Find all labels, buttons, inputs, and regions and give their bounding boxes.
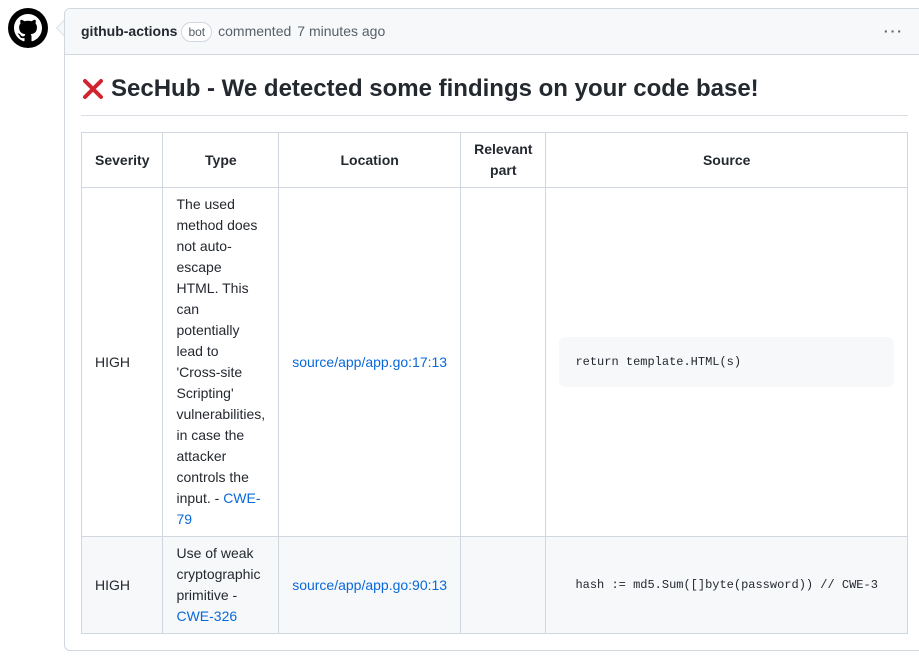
cell-location: source/app/app.go:90:13 xyxy=(279,537,461,634)
type-text: Use of weak cryptographic primitive - xyxy=(176,545,260,603)
comment-action: commented xyxy=(218,21,291,42)
cwe-link[interactable]: CWE-326 xyxy=(176,608,237,624)
location-link[interactable]: source/app/app.go:90:13 xyxy=(292,577,447,593)
th-severity: Severity xyxy=(82,133,163,188)
comment-header: github-actions bot commented 7 minutes a… xyxy=(65,9,919,55)
cross-mark-icon xyxy=(81,77,105,101)
table-header-row: Severity Type Location Relevant part Sou… xyxy=(82,133,908,188)
findings-table: Severity Type Location Relevant part Sou… xyxy=(81,132,908,634)
avatar[interactable] xyxy=(8,8,48,48)
cell-location: source/app/app.go:17:13 xyxy=(279,188,461,537)
cell-relevant xyxy=(461,537,546,634)
page-title: SecHub - We detected some findings on yo… xyxy=(81,71,908,116)
bot-badge: bot xyxy=(181,22,212,42)
th-source: Source xyxy=(546,133,907,188)
table-row: HIGHThe used method does not auto-escape… xyxy=(82,188,908,537)
cell-severity: HIGH xyxy=(82,188,163,537)
th-location: Location xyxy=(279,133,461,188)
th-relevant: Relevant part xyxy=(461,133,546,188)
cell-type: Use of weak cryptographic primitive - CW… xyxy=(163,537,279,634)
comment-author[interactable]: github-actions xyxy=(81,21,177,42)
github-icon xyxy=(14,14,42,42)
source-code: hash := md5.Sum([]byte(password)) // CWE… xyxy=(559,560,893,610)
cell-severity: HIGH xyxy=(82,537,163,634)
cell-source: hash := md5.Sum([]byte(password)) // CWE… xyxy=(546,537,907,634)
source-code: return template.HTML(s) xyxy=(559,337,893,387)
comment-timestamp[interactable]: 7 minutes ago xyxy=(297,21,385,42)
comment-arrow xyxy=(56,20,64,36)
cell-relevant xyxy=(461,188,546,537)
cell-source: return template.HTML(s) xyxy=(546,188,907,537)
heading-text: SecHub - We detected some findings on yo… xyxy=(111,71,759,107)
table-row: HIGHUse of weak cryptographic primitive … xyxy=(82,537,908,634)
location-link[interactable]: source/app/app.go:17:13 xyxy=(292,354,447,370)
th-type: Type xyxy=(163,133,279,188)
cell-type: The used method does not auto-escape HTM… xyxy=(163,188,279,537)
kebab-menu-icon[interactable]: ··· xyxy=(880,17,908,46)
type-text: The used method does not auto-escape HTM… xyxy=(176,196,265,506)
